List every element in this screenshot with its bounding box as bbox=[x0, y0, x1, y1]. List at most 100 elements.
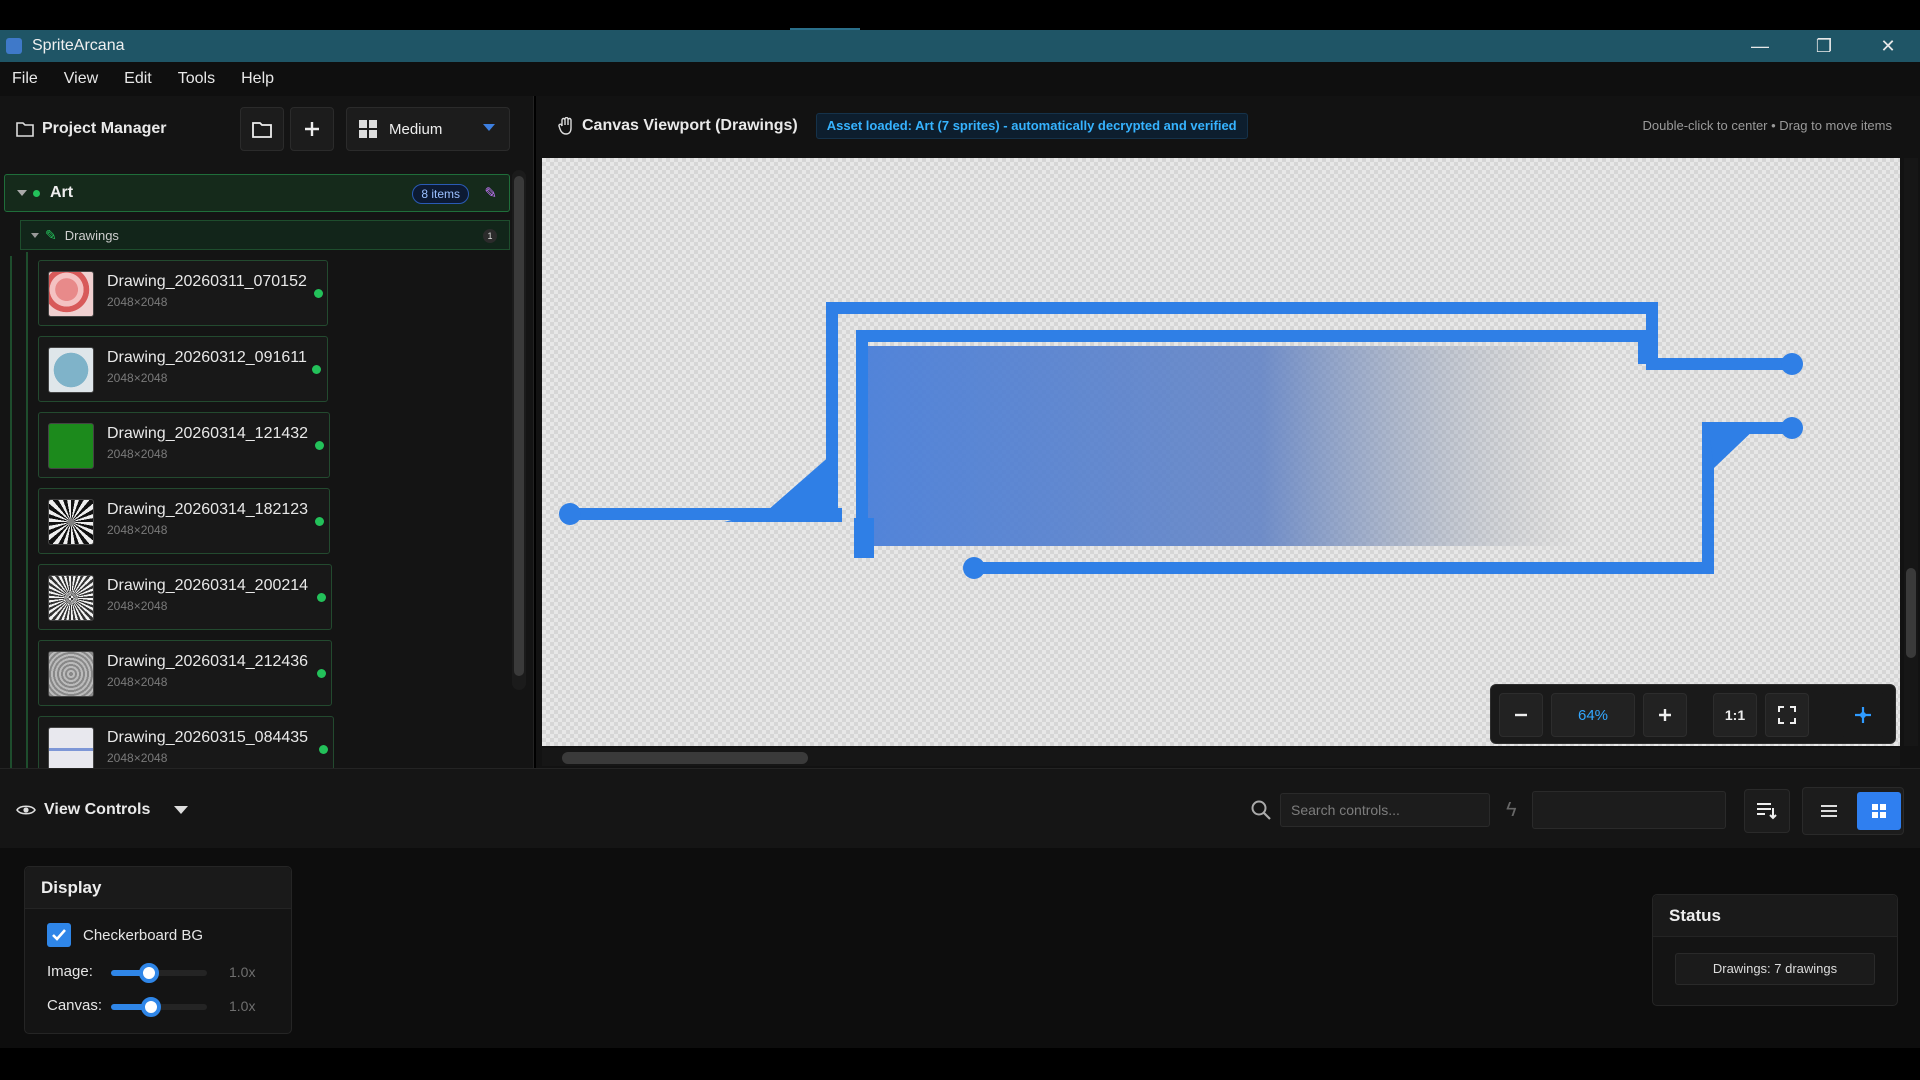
view-controls-toggle[interactable]: View Controls bbox=[16, 801, 150, 819]
item-name: Drawing_20260312_091611 bbox=[107, 349, 307, 366]
expand-arrow-icon[interactable] bbox=[31, 232, 39, 238]
search-controls-input[interactable] bbox=[1280, 793, 1490, 827]
menu-help[interactable]: Help bbox=[241, 70, 274, 88]
status-title: Status bbox=[1653, 895, 1897, 937]
item-name: Drawing_20260314_121432 bbox=[107, 425, 309, 442]
tree-guide-line bbox=[26, 252, 28, 768]
minus-icon bbox=[1515, 713, 1527, 717]
list-item[interactable]: Drawing_20260314_121432 2048×2048 bbox=[38, 412, 330, 478]
bolt-icon[interactable]: ϟ bbox=[1506, 799, 1517, 822]
thumbnail-grey-rings bbox=[48, 651, 94, 697]
list-item[interactable]: Drawing_20260311_070152 2048×2048 bbox=[38, 260, 328, 326]
zoom-out-button[interactable] bbox=[1499, 693, 1543, 737]
view-controls-bar: View Controls ϟ bbox=[0, 768, 1920, 848]
item-size: 2048×2048 bbox=[107, 295, 168, 309]
slider-handle[interactable] bbox=[141, 997, 161, 1017]
drawing-list: Drawing_20260311_070152 2048×2048 Drawin… bbox=[38, 260, 418, 768]
expand-arrow-icon[interactable] bbox=[17, 190, 27, 196]
item-name: Drawing_20260315_084435 bbox=[107, 729, 309, 746]
thumbnail-size-select[interactable]: Medium bbox=[346, 107, 510, 151]
list-item[interactable]: Drawing_20260312_091611 2048×2048 bbox=[38, 336, 328, 402]
status-dot bbox=[314, 289, 323, 298]
endpoint-handle[interactable] bbox=[963, 557, 985, 579]
image-scale-slider[interactable] bbox=[111, 963, 207, 983]
thumbnail-grey-rays bbox=[48, 575, 94, 621]
image-scale-label: Image: bbox=[47, 963, 93, 980]
list-item[interactable]: Drawing_20260314_182123 2048×2048 bbox=[38, 488, 330, 554]
viewport-horizontal-scrollbar[interactable] bbox=[542, 748, 1900, 766]
search-icon bbox=[1251, 800, 1271, 820]
status-value: Drawings: 7 drawings bbox=[1675, 953, 1875, 985]
menu-bar: File View Edit Tools Help bbox=[0, 62, 1920, 96]
list-item[interactable]: Drawing_20260314_212436 2048×2048 bbox=[38, 640, 332, 706]
item-size: 2048×2048 bbox=[107, 523, 168, 537]
list-icon bbox=[1821, 805, 1837, 817]
checkmark-icon bbox=[52, 929, 66, 941]
menu-edit[interactable]: Edit bbox=[124, 70, 152, 88]
grid-view-button[interactable] bbox=[1857, 792, 1901, 830]
center-button[interactable] bbox=[1841, 693, 1885, 737]
zoom-in-button[interactable] bbox=[1643, 693, 1687, 737]
folder-row-drawings[interactable]: ✎ Drawings 1 bbox=[20, 220, 510, 250]
maximize-button[interactable]: ❐ bbox=[1792, 30, 1856, 62]
endpoint-handle[interactable] bbox=[1781, 353, 1803, 375]
checkerboard-checkbox[interactable] bbox=[47, 923, 71, 947]
folder-name: Drawings bbox=[64, 227, 119, 243]
view-controls-title: View Controls bbox=[44, 801, 151, 818]
app-icon bbox=[6, 38, 22, 54]
item-size: 2048×2048 bbox=[107, 599, 168, 613]
bottom-strip bbox=[0, 1048, 1920, 1080]
status-card: Status Drawings: 7 drawings bbox=[1652, 894, 1898, 1006]
canvas-drawing[interactable] bbox=[542, 158, 1900, 746]
list-view-button[interactable] bbox=[1807, 792, 1851, 830]
open-folder-button[interactable] bbox=[240, 107, 284, 151]
group-row-art[interactable]: Art 8 items ✎ bbox=[4, 174, 510, 212]
endpoint-handle[interactable] bbox=[1781, 417, 1803, 439]
fit-screen-button[interactable] bbox=[1765, 693, 1809, 737]
sort-button[interactable] bbox=[1744, 789, 1790, 833]
items-count-badge: 8 items bbox=[412, 184, 469, 204]
list-scrollbar[interactable] bbox=[512, 170, 526, 690]
tree-guide-line bbox=[10, 256, 12, 768]
canvas-scale-value: 1.0x bbox=[229, 998, 256, 1014]
canvas-viewport[interactable] bbox=[542, 158, 1900, 746]
canvas-hint: Double-click to center • Drag to move it… bbox=[1642, 118, 1892, 133]
title-bar: SpriteArcana — ❐ ✕ bbox=[0, 30, 1920, 62]
canvas-header: Canvas Viewport (Drawings) Asset loaded:… bbox=[536, 96, 1920, 156]
menu-view[interactable]: View bbox=[64, 70, 98, 88]
display-card: Display Checkerboard BG Image: 1.0x Canv… bbox=[24, 866, 292, 1034]
pen-icon: ✎ bbox=[45, 226, 57, 243]
folder-count-badge: 1 bbox=[483, 229, 497, 243]
project-manager-panel: Project Manager Medium Art 8 items ✎ ✎ D… bbox=[0, 96, 534, 768]
item-name: Drawing_20260314_182123 bbox=[107, 501, 309, 518]
plus-icon bbox=[1659, 709, 1671, 721]
chevron-down-icon bbox=[483, 124, 495, 131]
right-wedge-shape bbox=[1708, 426, 1758, 468]
slider-handle[interactable] bbox=[139, 963, 159, 983]
filter-input[interactable] bbox=[1532, 791, 1726, 829]
endpoint-handle[interactable] bbox=[559, 503, 581, 525]
viewport-vertical-scrollbar[interactable] bbox=[1904, 158, 1918, 746]
close-button[interactable]: ✕ bbox=[1856, 30, 1920, 62]
list-item[interactable]: Drawing_20260314_200214 2048×2048 bbox=[38, 564, 332, 630]
canvas-scale-slider[interactable] bbox=[111, 997, 207, 1017]
controls-area: Display Checkerboard BG Image: 1.0x Canv… bbox=[0, 848, 1920, 1048]
display-title: Display bbox=[25, 867, 291, 909]
chevron-down-icon[interactable] bbox=[174, 806, 188, 814]
zoom-toolbar: 64% 1:1 bbox=[1490, 684, 1896, 744]
project-manager-title: Project Manager bbox=[42, 120, 167, 137]
list-item[interactable]: Drawing_20260315_084435 2048×2048 bbox=[38, 716, 334, 768]
item-name: Drawing_20260314_212436 bbox=[107, 653, 309, 670]
thumbnail-red-pattern bbox=[48, 271, 94, 317]
menu-file[interactable]: File bbox=[12, 70, 38, 88]
grid-icon bbox=[1872, 804, 1886, 818]
menu-tools[interactable]: Tools bbox=[178, 70, 215, 88]
gradient-fill-shape bbox=[864, 346, 1586, 546]
grid-icon bbox=[359, 120, 377, 138]
group-name: Art bbox=[50, 184, 74, 201]
edit-pencil-icon[interactable]: ✎ bbox=[484, 184, 497, 202]
add-button[interactable] bbox=[290, 107, 334, 151]
zoom-level[interactable]: 64% bbox=[1551, 693, 1635, 737]
actual-size-button[interactable]: 1:1 bbox=[1713, 693, 1757, 737]
minimize-button[interactable]: — bbox=[1728, 30, 1792, 62]
